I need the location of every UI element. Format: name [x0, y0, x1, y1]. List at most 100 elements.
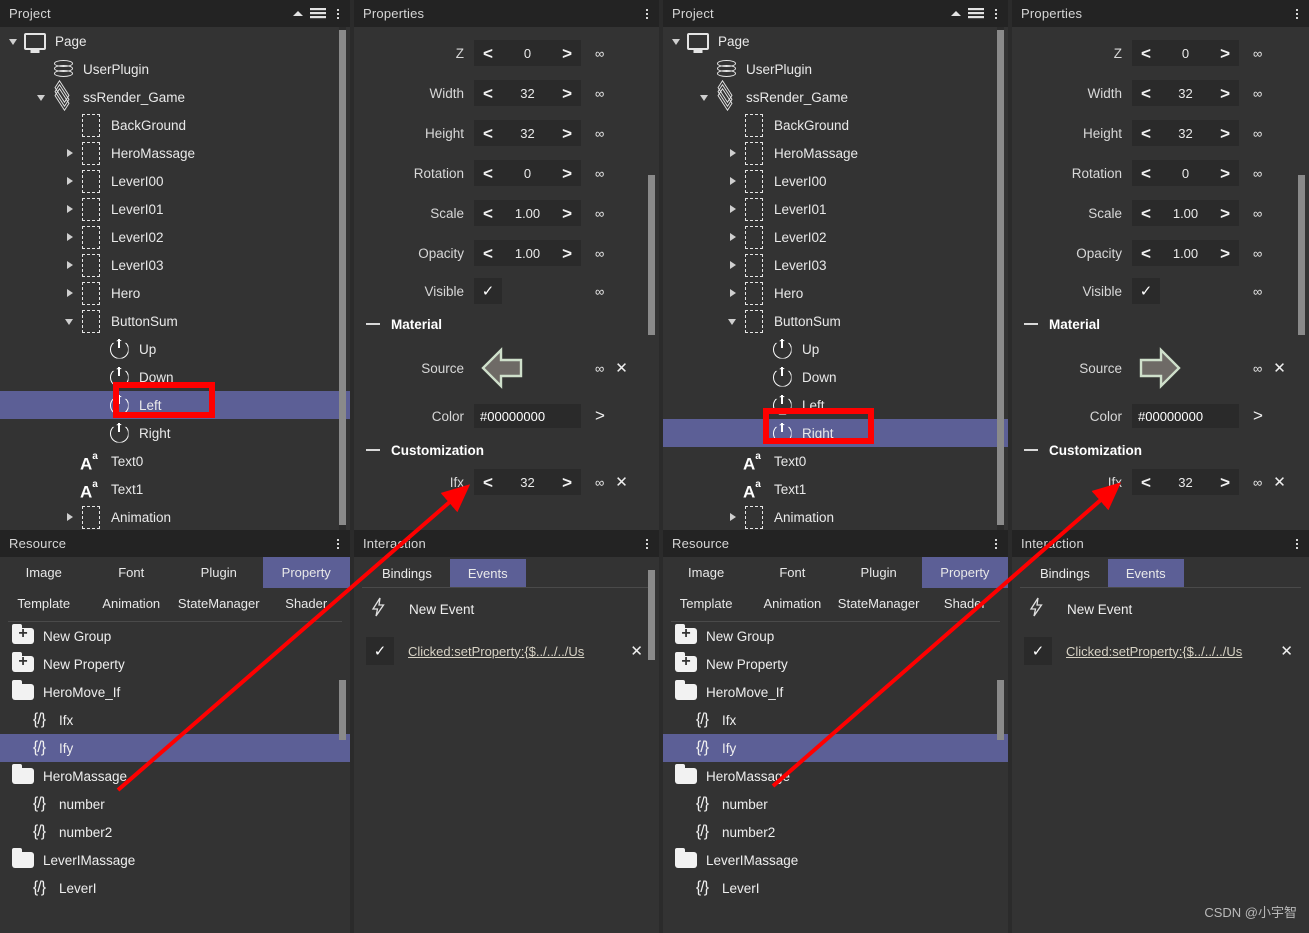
stepper-increment-icon[interactable]: >: [1220, 245, 1230, 262]
chevron-right-icon[interactable]: [64, 287, 76, 299]
binding-link-icon[interactable]: ∞: [1253, 475, 1262, 490]
tree-item-background[interactable]: BackGround: [663, 111, 1008, 139]
stepper-increment-icon[interactable]: >: [562, 125, 572, 142]
stepper-increment-icon[interactable]: >: [562, 205, 572, 222]
resource-tab-image[interactable]: Image: [0, 557, 88, 588]
stepper-ifx[interactable]: <32 >: [474, 469, 581, 495]
chevron-right-icon[interactable]: [727, 175, 739, 187]
stepper-increment-icon[interactable]: >: [562, 474, 572, 491]
stepper-value[interactable]: 32: [493, 86, 562, 101]
tree-item-userplugin[interactable]: UserPlugin: [663, 55, 1008, 83]
resource-item-new-group[interactable]: New Group: [663, 622, 1008, 650]
tree-item-animation[interactable]: Animation: [663, 503, 1008, 530]
tree-item-down[interactable]: Down: [663, 363, 1008, 391]
stepper-value[interactable]: 1.00: [1151, 246, 1220, 261]
resource-tab-plugin[interactable]: Plugin: [175, 557, 263, 588]
chevron-right-icon[interactable]: [727, 259, 739, 271]
binding-link-icon[interactable]: ∞: [595, 86, 604, 101]
section-header-customization[interactable]: Customization: [1012, 435, 1309, 465]
stepper-value[interactable]: 1.00: [493, 246, 562, 261]
event-enabled-checkbox[interactable]: ✓: [366, 637, 394, 665]
color-value-field[interactable]: #00000000: [474, 404, 581, 428]
stepper-decrement-icon[interactable]: <: [483, 125, 493, 142]
resource-item-ify[interactable]: {/} Ify: [0, 734, 350, 762]
clear-ifx-icon[interactable]: ✕: [615, 473, 628, 491]
tree-item-ssrender_game[interactable]: ssRender_Game: [663, 79, 1008, 112]
tree-item-background[interactable]: BackGround: [0, 111, 350, 139]
stepper-decrement-icon[interactable]: <: [483, 205, 493, 222]
interaction-tab-events[interactable]: Events: [1107, 559, 1184, 587]
new-event-row-right[interactable]: New Event: [1012, 588, 1309, 630]
arrow-left-sprite[interactable]: [474, 342, 530, 394]
panel-overflow-menu-icon[interactable]: [332, 6, 344, 22]
tree-item-buttonsum[interactable]: ButtonSum: [0, 307, 350, 335]
list-menu-icon[interactable]: [310, 7, 326, 21]
resource-tab-template[interactable]: Template: [663, 588, 749, 619]
interaction-tab-bindings[interactable]: Bindings: [364, 559, 450, 587]
stepper-value[interactable]: 32: [1151, 126, 1220, 141]
stepper-increment-icon[interactable]: >: [562, 85, 572, 102]
panel-overflow-menu-icon[interactable]: [641, 536, 653, 552]
stepper-value[interactable]: 32: [493, 126, 562, 141]
collapse-triangle-icon[interactable]: [292, 8, 304, 20]
interaction-tab-bindings[interactable]: Bindings: [1022, 559, 1108, 587]
binding-link-icon[interactable]: ∞: [1253, 46, 1262, 61]
section-header-material[interactable]: Material: [354, 309, 659, 339]
resource-tab-shader[interactable]: Shader: [263, 588, 351, 619]
chevron-down-icon[interactable]: [8, 35, 20, 47]
stepper-increment-icon[interactable]: >: [562, 45, 572, 62]
tree-item-leveri01[interactable]: LeverI01: [0, 195, 350, 223]
project-tree-left[interactable]: Page UserPlugin ssRender_Game BackGround Her…: [0, 27, 350, 530]
tree-item-down[interactable]: Down: [0, 363, 350, 391]
stepper-opacity[interactable]: <1.00 >: [474, 240, 581, 266]
tree-item-left[interactable]: Left: [0, 391, 350, 419]
resource-item-new-property[interactable]: New Property: [663, 650, 1008, 678]
clear-source-icon[interactable]: ✕: [615, 359, 628, 377]
stepper-decrement-icon[interactable]: <: [483, 474, 493, 491]
resource-item-leveri[interactable]: {/} LeverI: [663, 874, 1008, 902]
tree-item-leveri01[interactable]: LeverI01: [663, 195, 1008, 223]
tree-item-leveri00[interactable]: LeverI00: [0, 167, 350, 195]
stepper-ifx[interactable]: <32 >: [1132, 469, 1239, 495]
tree-item-text0[interactable]: Aa Text0: [0, 447, 350, 475]
color-value-field[interactable]: #00000000: [1132, 404, 1239, 428]
chevron-right-icon[interactable]: >: [595, 406, 605, 426]
stepper-decrement-icon[interactable]: <: [483, 245, 493, 262]
binding-link-icon[interactable]: ∞: [1253, 361, 1262, 376]
section-header-material[interactable]: Material: [1012, 309, 1309, 339]
tree-item-leveri02[interactable]: LeverI02: [663, 223, 1008, 251]
resource-item-ify[interactable]: {/} Ify: [663, 734, 1008, 762]
project-tree-left-scrollbar[interactable]: [339, 30, 346, 525]
tree-item-buttonsum[interactable]: ButtonSum: [663, 307, 1008, 335]
tree-item-left[interactable]: Left: [663, 391, 1008, 419]
binding-link-icon[interactable]: ∞: [595, 206, 604, 221]
stepper-increment-icon[interactable]: >: [1220, 205, 1230, 222]
stepper-value[interactable]: 1.00: [493, 206, 562, 221]
stepper-increment-icon[interactable]: >: [1220, 125, 1230, 142]
list-menu-icon[interactable]: [968, 7, 984, 21]
chevron-right-icon[interactable]: [64, 511, 76, 523]
resource-tab-template[interactable]: Template: [0, 588, 88, 619]
stepper-decrement-icon[interactable]: <: [483, 85, 493, 102]
tree-item-up[interactable]: Up: [0, 335, 350, 363]
section-header-customization[interactable]: Customization: [354, 435, 659, 465]
stepper-decrement-icon[interactable]: <: [1141, 85, 1151, 102]
tree-item-heromassage[interactable]: HeroMassage: [0, 139, 350, 167]
stepper-rotation[interactable]: <0 >: [1132, 160, 1239, 186]
stepper-value[interactable]: 32: [493, 475, 562, 490]
stepper-increment-icon[interactable]: >: [562, 165, 572, 182]
binding-link-icon[interactable]: ∞: [595, 284, 604, 299]
binding-link-icon[interactable]: ∞: [595, 361, 604, 376]
resource-item-number[interactable]: {/} number: [663, 790, 1008, 818]
tree-item-leveri00[interactable]: LeverI00: [663, 167, 1008, 195]
stepper-increment-icon[interactable]: >: [1220, 85, 1230, 102]
collapse-minus-icon[interactable]: [366, 449, 380, 451]
resource-item-ifx[interactable]: {/} Ifx: [0, 706, 350, 734]
chevron-down-icon[interactable]: [36, 91, 48, 103]
tree-item-ssrender_game[interactable]: ssRender_Game: [0, 79, 350, 112]
resource-item-number[interactable]: {/} number: [0, 790, 350, 818]
chevron-right-icon[interactable]: [64, 231, 76, 243]
resource-item-heromassage[interactable]: HeroMassage: [0, 762, 350, 790]
stepper-decrement-icon[interactable]: <: [1141, 474, 1151, 491]
event-enabled-checkbox[interactable]: ✓: [1024, 637, 1052, 665]
